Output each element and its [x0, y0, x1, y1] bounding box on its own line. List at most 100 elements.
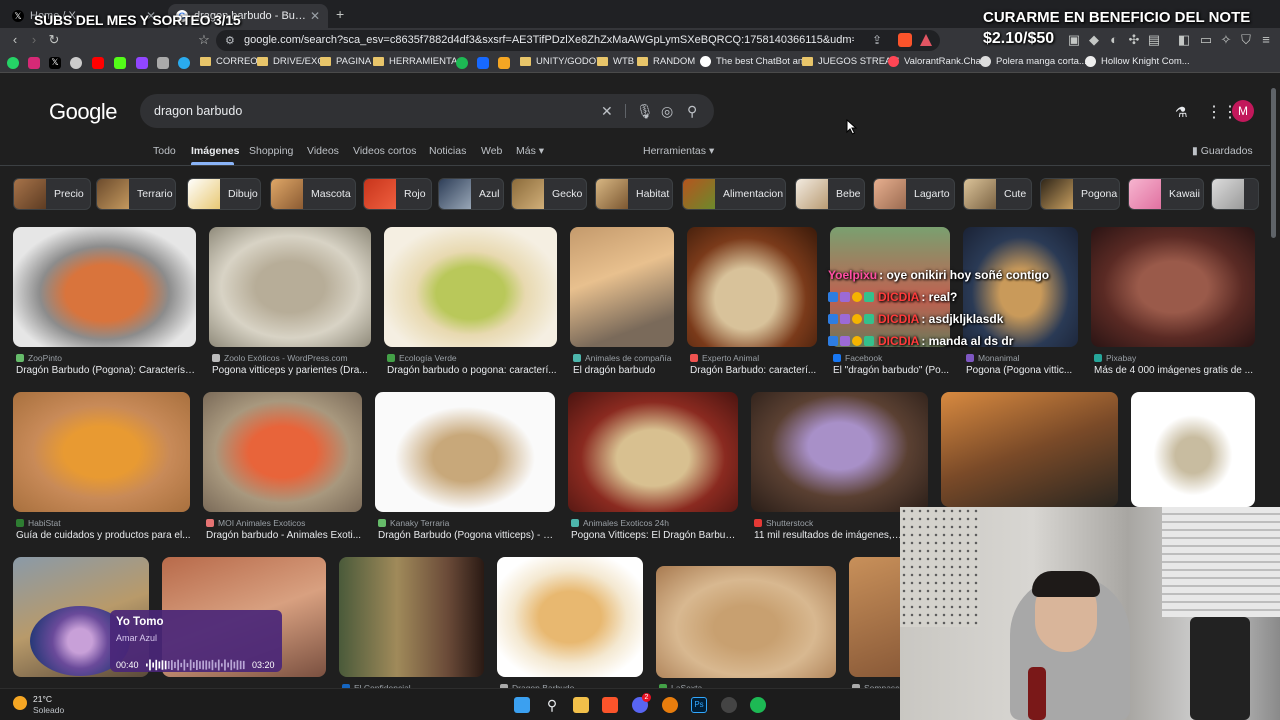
result-caption[interactable]: Guía de cuidados y productos para el... [16, 530, 191, 541]
chip-mascota[interactable]: Mascota [270, 178, 356, 210]
telegram-icon[interactable] [178, 57, 190, 69]
brave-shield-icon[interactable] [898, 33, 912, 47]
extension-icon[interactable]: ▤ [1146, 32, 1162, 48]
chip-azul[interactable]: Azul [438, 178, 504, 210]
reload-icon[interactable]: ↻ [46, 32, 62, 48]
brave-browser-icon[interactable] [602, 697, 618, 713]
saved-button[interactable]: ▮ Guardados [1192, 145, 1253, 157]
result-source[interactable]: Animales Exoticos 24h [571, 518, 669, 528]
back-icon[interactable]: ‹ [7, 32, 23, 48]
result-caption[interactable]: Pogona (Pogona vittic... [966, 365, 1079, 376]
chip-terrario[interactable]: Terrario [96, 178, 176, 210]
search-query[interactable]: dragon barbudo [154, 104, 242, 118]
chip-more[interactable] [1211, 178, 1259, 210]
result-source[interactable]: Monanimal [966, 353, 1020, 363]
microphone-icon[interactable]: 🎙︎ [636, 103, 654, 120]
bookmark-site-icon[interactable] [456, 57, 468, 69]
chip-kawaii[interactable]: Kawaii [1128, 178, 1204, 210]
result-caption[interactable]: Dragón Barbudo: caracterí... [690, 365, 818, 376]
bookmark-site-icon[interactable] [498, 57, 510, 69]
result-source[interactable]: Pixabay [1094, 353, 1136, 363]
labs-flask-icon[interactable]: ⚗ [1175, 104, 1188, 121]
brave-rewards-icon[interactable] [920, 34, 932, 46]
bookmark-unity-godot[interactable]: UNITY/GODOT [520, 56, 602, 67]
behance-icon[interactable] [477, 57, 489, 69]
chip-pogona[interactable]: Pogona [1040, 178, 1120, 210]
menu-icon[interactable]: ≡ [1258, 32, 1274, 48]
bookmark-drive[interactable]: DRIVE/EXC [257, 56, 324, 67]
search-icon[interactable]: ⚲ [544, 697, 560, 713]
bookmark-random[interactable]: RANDOM [637, 56, 695, 67]
spotify-icon[interactable] [750, 697, 766, 713]
close-icon[interactable]: ✕ [310, 9, 320, 23]
result-source[interactable]: Animales de compañía [573, 353, 671, 363]
search-box[interactable]: dragon barbudo ✕ 🎙︎ ◎ ⚲ [140, 94, 714, 128]
avatar[interactable]: M [1232, 100, 1254, 122]
chip-rojo[interactable]: Rojo [363, 178, 432, 210]
result-source[interactable]: Experto Animal [690, 353, 759, 363]
photoshop-icon[interactable]: Ps [691, 697, 707, 713]
sidebar-icon[interactable]: ◧ [1176, 32, 1192, 48]
bookmark-pagina[interactable]: PAGINA [320, 56, 371, 67]
google-logo[interactable]: Google [49, 99, 117, 125]
result-source[interactable]: Kanaky Terraria [378, 518, 449, 528]
result-caption[interactable]: 11 mil resultados de imágenes, foto... [754, 530, 904, 541]
result-caption[interactable]: Pogona Vitticeps: El Dragón Barbud... [571, 530, 739, 541]
weather-condition[interactable]: Soleado [33, 705, 64, 715]
chip-precio[interactable]: Precio [13, 178, 91, 210]
file-explorer-icon[interactable] [573, 697, 589, 713]
bookmark-correo[interactable]: CORREO [200, 56, 258, 67]
x-icon[interactable]: 𝕏 [49, 57, 61, 69]
chip-dibujo[interactable]: Dibujo [187, 178, 261, 210]
result-caption[interactable]: El "dragón barbudo" (Po... [833, 365, 951, 376]
chip-lagarto[interactable]: Lagarto [873, 178, 955, 210]
tab-imagenes[interactable]: Imágenes [191, 145, 239, 157]
weather-temperature[interactable]: 21°C [33, 694, 52, 704]
apple-icon[interactable] [70, 57, 82, 69]
bookmark-chatbot[interactable]: The best ChatBot an... [700, 56, 811, 67]
tab-videos-cortos[interactable]: Videos cortos [353, 145, 416, 157]
extension-icon[interactable]: ▣ [1066, 32, 1082, 48]
wallet-icon[interactable]: ▭ [1198, 32, 1214, 48]
tab-web[interactable]: Web [481, 145, 502, 157]
bookmark-juegos-stream[interactable]: JUEGOS STREAM [802, 56, 899, 67]
obs-icon[interactable] [721, 697, 737, 713]
result-caption[interactable]: Pogona vitticeps y parientes (Dra... [212, 365, 372, 376]
new-tab-button[interactable]: + [336, 6, 344, 22]
leo-icon[interactable]: ✧ [1218, 32, 1234, 48]
share-icon[interactable]: ⇪ [872, 33, 882, 47]
bookmark-herramientas[interactable]: HERRAMIENTAS [373, 56, 464, 67]
tab-shopping[interactable]: Shopping [249, 145, 293, 157]
chip-bebe[interactable]: Bebe [795, 178, 865, 210]
result-source[interactable]: Shutterstock [754, 518, 813, 528]
extension-icon[interactable]: ◐ [1106, 32, 1122, 48]
result-source[interactable]: ZooPinto [16, 353, 62, 363]
result-caption[interactable]: Más de 4 000 imágenes gratis de ... [1094, 365, 1256, 376]
vpn-icon[interactable]: ⛉ [1238, 32, 1254, 48]
twitch-icon[interactable] [136, 57, 148, 69]
bookmark-wtb[interactable]: WTB [597, 56, 634, 67]
lens-icon[interactable]: ◎ [661, 103, 673, 120]
clear-icon[interactable]: ✕ [601, 103, 613, 120]
whatsapp-icon[interactable] [7, 57, 19, 69]
bookmark-polera[interactable]: Polera manga corta... [980, 56, 1087, 67]
bookmark-site-icon[interactable] [157, 57, 169, 69]
result-caption[interactable]: Dragón Barbudo (Pogona): Característi... [16, 365, 196, 376]
search-icon[interactable]: ⚲ [687, 103, 697, 120]
kick-icon[interactable] [114, 57, 126, 69]
puzzle-icon[interactable]: ✣ [1126, 32, 1142, 48]
forward-icon[interactable]: › [26, 32, 42, 48]
result-source[interactable]: MOI Animales Exoticos [206, 518, 305, 528]
tab-todo[interactable]: Todo [153, 145, 176, 157]
result-caption[interactable]: Dragón barbudo o pogona: caracterí... [387, 365, 557, 376]
chip-gecko[interactable]: Gecko [511, 178, 587, 210]
site-info-icon[interactable]: ⚙ [225, 34, 235, 47]
result-source[interactable]: Zoolo Exóticos - WordPress.com [212, 353, 348, 363]
chip-habitat[interactable]: Habitat [595, 178, 673, 210]
scrollbar[interactable] [1271, 88, 1276, 238]
address-bar[interactable]: ⚙ google.com/search?sca_esv=c8635f7882d4… [216, 30, 940, 51]
chip-alimentacion[interactable]: Alimentacion [682, 178, 786, 210]
result-caption[interactable]: Dragón Barbudo (Pogona vitticeps) - K... [378, 530, 556, 541]
result-caption[interactable]: El dragón barbudo [573, 365, 677, 376]
chip-cute[interactable]: Cute [963, 178, 1032, 210]
